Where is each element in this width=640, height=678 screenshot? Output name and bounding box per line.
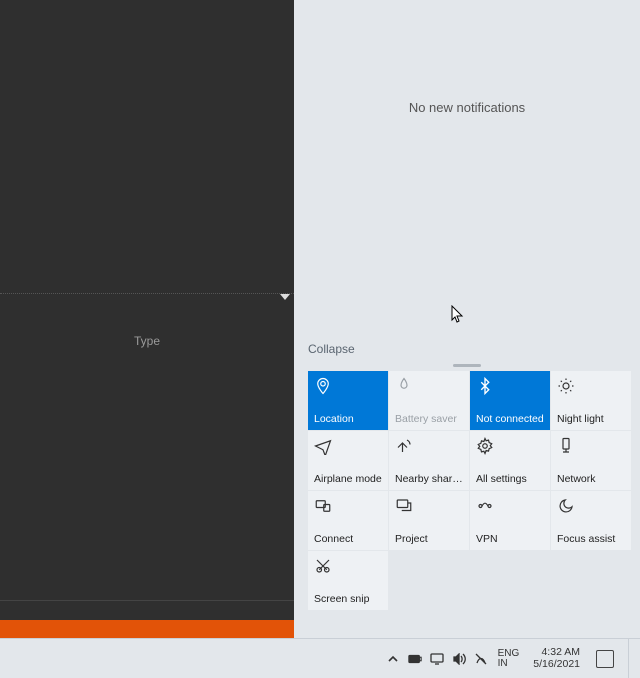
vpn-icon <box>476 497 494 515</box>
screen-snip-icon <box>314 557 332 575</box>
tile-label: Night light <box>557 414 627 426</box>
project-icon <box>395 497 413 515</box>
bluetooth-icon <box>476 377 494 395</box>
tile-focus-assist[interactable]: Focus assist <box>551 491 631 550</box>
clock-date: 5/16/2021 <box>533 659 580 671</box>
night-light-icon <box>557 377 575 395</box>
tile-airplane-mode[interactable]: Airplane mode <box>308 431 388 490</box>
quick-actions-grid: Location Battery saver Not connected <box>294 371 640 618</box>
tile-label: Network <box>557 474 627 486</box>
connect-icon <box>314 497 332 515</box>
action-center-panel: No new notifications Collapse Location B… <box>294 0 640 638</box>
taskbar: ENG IN 4:32 AM 5/16/2021 <box>0 638 640 678</box>
no-notifications-text: No new notifications <box>409 100 525 115</box>
tile-label: Nearby sharing <box>395 474 465 486</box>
tile-bluetooth[interactable]: Not connected <box>470 371 550 430</box>
app-status-bar <box>0 620 294 638</box>
clock[interactable]: 4:32 AM 5/16/2021 <box>529 647 584 670</box>
tile-location[interactable]: Location <box>308 371 388 430</box>
tile-label: VPN <box>476 534 546 546</box>
tile-project[interactable]: Project <box>389 491 469 550</box>
settings-icon <box>476 437 494 455</box>
network-icon <box>557 437 575 455</box>
tile-label: All settings <box>476 474 546 486</box>
quick-actions-grip[interactable] <box>294 364 640 371</box>
airplane-icon <box>314 437 332 455</box>
dropdown-caret-icon[interactable] <box>280 294 290 300</box>
tile-connect[interactable]: Connect <box>308 491 388 550</box>
tile-label: Location <box>314 414 384 426</box>
tile-battery-saver[interactable]: Battery saver <box>389 371 469 430</box>
system-tray: ENG IN 4:32 AM 5/16/2021 <box>386 639 640 678</box>
location-icon <box>314 377 332 395</box>
tile-label: Focus assist <box>557 534 627 546</box>
app-divider <box>0 600 294 601</box>
battery-icon[interactable] <box>408 652 422 666</box>
tile-label: Airplane mode <box>314 474 384 486</box>
action-center-taskbar-icon[interactable] <box>596 650 614 668</box>
tile-label: Connect <box>314 534 384 546</box>
tray-overflow-chevron-icon[interactable] <box>386 652 400 666</box>
tile-nearby-sharing[interactable]: Nearby sharing <box>389 431 469 490</box>
language-code: ENG <box>498 649 520 659</box>
tile-vpn[interactable]: VPN <box>470 491 550 550</box>
volume-icon[interactable] <box>452 652 466 666</box>
show-desktop-button[interactable] <box>628 639 634 678</box>
app-divider-row <box>0 293 294 309</box>
collapse-button[interactable]: Collapse <box>294 338 640 364</box>
tile-night-light[interactable]: Night light <box>551 371 631 430</box>
network-tray-icon[interactable] <box>430 652 444 666</box>
focus-assist-icon <box>557 497 575 515</box>
tile-label: Project <box>395 534 465 546</box>
tile-label: Battery saver <box>395 414 465 426</box>
nearby-sharing-icon <box>395 437 413 455</box>
ime-icon[interactable] <box>474 652 488 666</box>
clock-time: 4:32 AM <box>541 647 580 659</box>
tile-label: Not connected <box>476 414 546 426</box>
tile-network[interactable]: Network <box>551 431 631 490</box>
tile-screen-snip[interactable]: Screen snip <box>308 551 388 610</box>
keyboard-layout: IN <box>498 659 508 669</box>
tile-label: Screen snip <box>314 594 384 606</box>
battery-saver-icon <box>395 377 413 395</box>
column-header-type: Type <box>0 334 294 348</box>
language-indicator[interactable]: ENG IN <box>496 649 522 669</box>
notifications-area: No new notifications <box>294 0 640 338</box>
tile-all-settings[interactable]: All settings <box>470 431 550 490</box>
background-app-panel: Type <box>0 0 294 638</box>
